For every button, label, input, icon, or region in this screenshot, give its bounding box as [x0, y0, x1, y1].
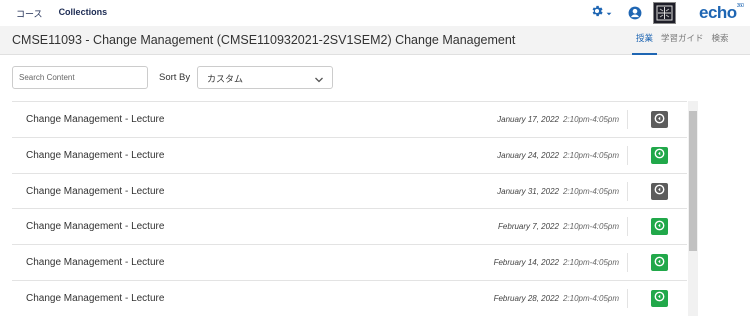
nav-collections-link[interactable]: Collections	[59, 7, 108, 20]
row-divider	[627, 288, 628, 308]
lecture-row[interactable]: Change Management - Lecture February 7, …	[12, 208, 687, 244]
play-button[interactable]	[651, 146, 668, 164]
lecture-row[interactable]: Change Management - Lecture January 31, …	[12, 172, 687, 209]
lecture-row[interactable]: Change Management - Lecture February 14,…	[12, 244, 687, 280]
lecture-datetime: January 31, 2022 2:10pm-4:05pm	[497, 187, 619, 196]
lecture-name: Change Management - Lecture	[26, 149, 165, 161]
lecture-name: Change Management - Lecture	[26, 185, 165, 197]
row-divider	[627, 217, 628, 237]
lecture-date: January 24, 2022	[497, 150, 559, 160]
echo-logo-sup: 360	[736, 3, 744, 9]
lecture-name: Change Management - Lecture	[26, 292, 165, 304]
sort-by-label: Sort By	[159, 72, 191, 83]
top-nav: コース Collections	[16, 7, 107, 20]
lecture-date: January 17, 2022	[497, 115, 559, 124]
play-circle-icon	[654, 146, 665, 164]
lecture-date: February 28, 2022	[493, 293, 559, 303]
tab-classes[interactable]: 授業	[632, 26, 658, 55]
lecture-datetime: February 7, 2022 2:10pm-4:05pm	[498, 222, 619, 231]
nav-courses-link[interactable]: コース	[16, 7, 43, 20]
play-circle-icon	[654, 111, 665, 129]
lecture-name: Change Management - Lecture	[26, 114, 165, 125]
play-circle-icon	[654, 218, 665, 236]
lecture-name: Change Management - Lecture	[26, 221, 165, 233]
lecture-time: 2:10pm-4:05pm	[562, 293, 619, 303]
sort-select-value: カスタム	[207, 74, 244, 84]
lecture-row[interactable]: Change Management - Lecture January 17, …	[12, 101, 687, 137]
settings-menu-button[interactable]	[590, 5, 618, 21]
course-header: CMSE11093 - Change Management (CMSE11093…	[0, 26, 750, 55]
lecture-row[interactable]: Change Management - Lecture February 28,…	[12, 279, 687, 316]
user-account-button[interactable]	[628, 6, 642, 20]
echo360-logo[interactable]: echo360	[699, 3, 744, 23]
scrollbar-thumb[interactable]	[689, 111, 697, 251]
chevron-down-icon	[606, 4, 612, 22]
play-button[interactable]	[651, 182, 668, 200]
lecture-date: February 14, 2022	[493, 258, 559, 268]
row-divider	[627, 253, 628, 273]
play-circle-icon	[654, 182, 665, 200]
course-tabs: 授業 学習ガイド 検索	[632, 26, 733, 55]
lecture-time: 2:10pm-4:05pm	[562, 115, 619, 124]
lecture-datetime: February 14, 2022 2:10pm-4:05pm	[494, 258, 619, 267]
lecture-list: Change Management - Lecture January 17, …	[12, 101, 687, 316]
chevron-down-icon	[314, 72, 324, 83]
play-circle-icon	[654, 289, 665, 307]
course-title: CMSE11093 - Change Management (CMSE11093…	[12, 33, 516, 47]
row-divider	[627, 181, 628, 201]
tab-search[interactable]: 検索	[708, 26, 733, 55]
play-button[interactable]	[651, 218, 668, 236]
play-button[interactable]	[651, 111, 668, 128]
lecture-datetime: January 24, 2022 2:10pm-4:05pm	[497, 151, 619, 160]
search-input[interactable]	[12, 66, 148, 89]
echo-logo-text: echo	[699, 3, 737, 22]
lecture-time: 2:10pm-4:05pm	[562, 258, 619, 268]
row-divider	[627, 145, 628, 165]
sort-select[interactable]: カスタム	[197, 66, 333, 89]
lecture-name: Change Management - Lecture	[26, 257, 165, 269]
user-icon	[628, 6, 642, 24]
play-button[interactable]	[651, 289, 668, 307]
lecture-time: 2:10pm-4:05pm	[562, 222, 619, 232]
lecture-date: January 31, 2022	[497, 186, 559, 196]
row-divider	[627, 110, 628, 129]
tab-study-guide[interactable]: 学習ガイド	[657, 26, 708, 55]
lecture-time: 2:10pm-4:05pm	[562, 186, 619, 196]
play-circle-icon	[654, 254, 665, 272]
play-button[interactable]	[651, 254, 668, 272]
lecture-date: February 7, 2022	[498, 222, 559, 232]
lecture-datetime: January 17, 2022 2:10pm-4:05pm	[497, 115, 619, 124]
lecture-datetime: February 28, 2022 2:10pm-4:05pm	[494, 294, 619, 303]
institution-logo	[653, 2, 676, 24]
top-bar: コース Collections echo360	[0, 0, 750, 26]
lecture-row[interactable]: Change Management - Lecture January 24, …	[12, 136, 687, 173]
gear-icon	[590, 4, 604, 23]
lecture-time: 2:10pm-4:05pm	[562, 150, 619, 160]
